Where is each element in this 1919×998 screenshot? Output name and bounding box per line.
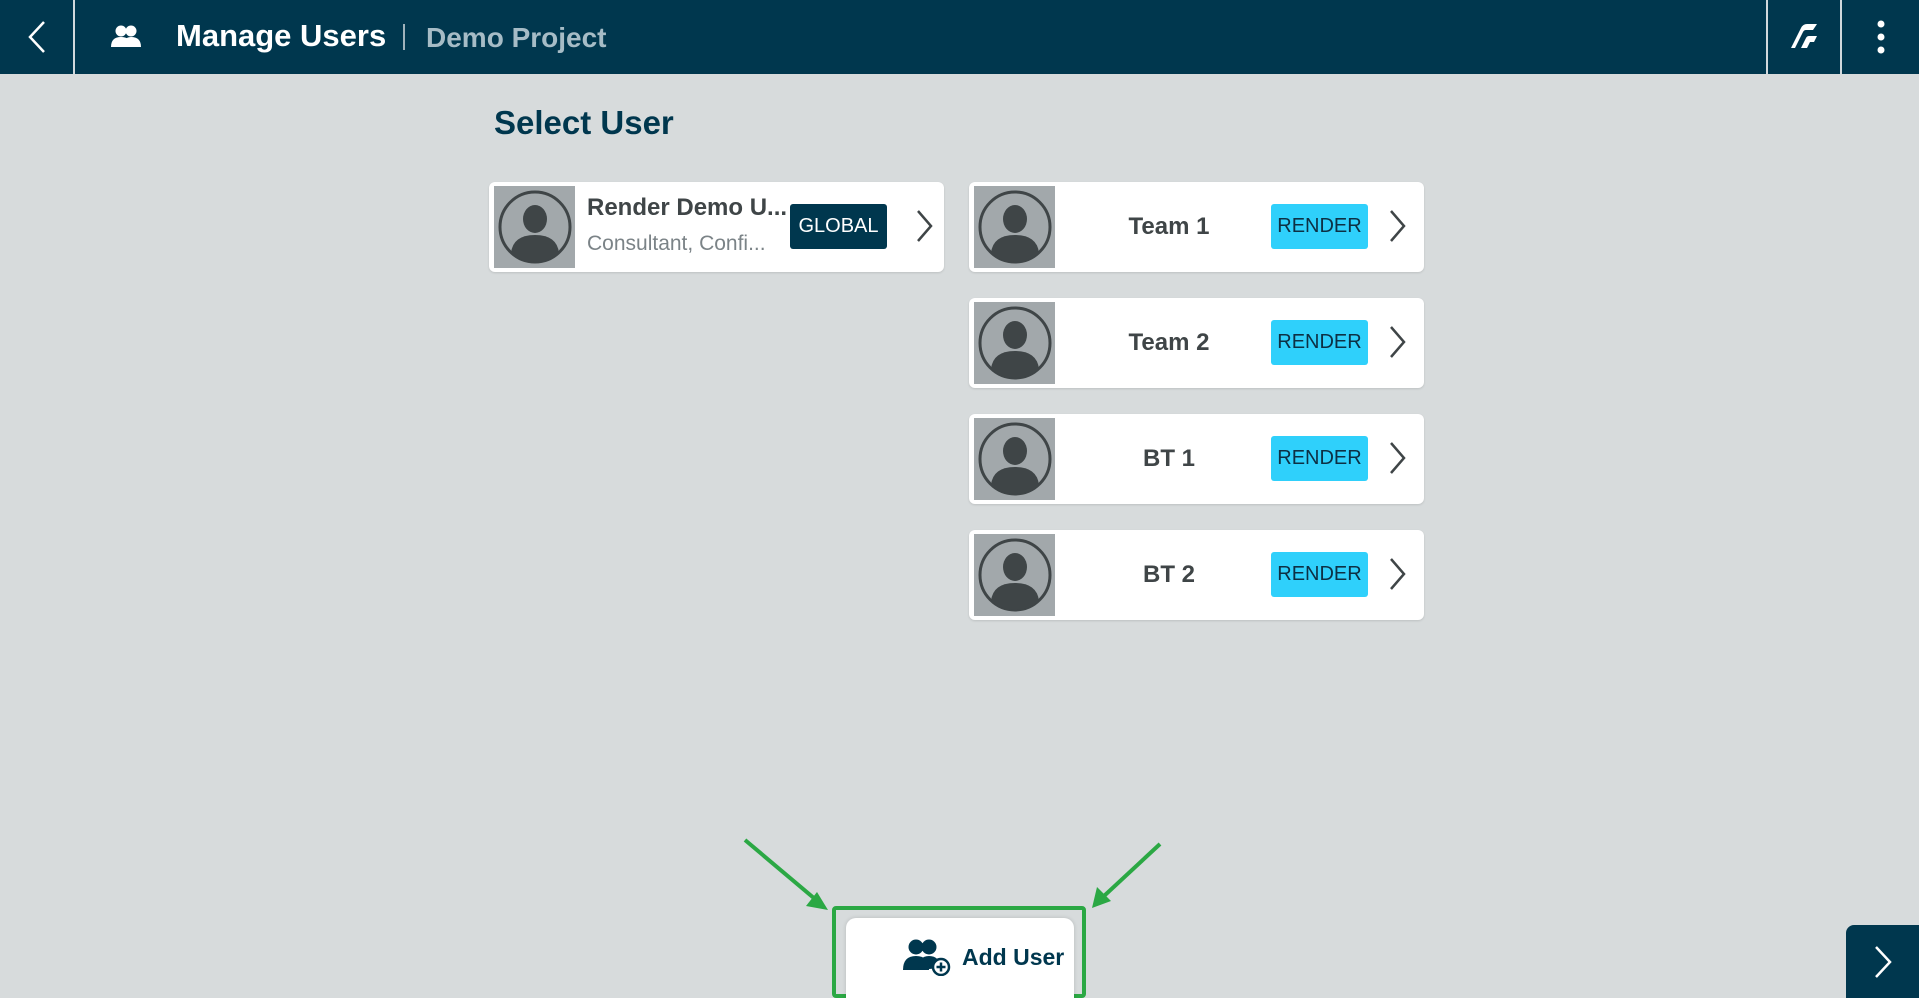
brand-logo-icon [1791, 24, 1817, 48]
user-name: Render Demo U... [587, 194, 788, 221]
team-name: BT 1 [1142, 445, 1195, 472]
annotation-arrow-left [743, 838, 817, 901]
top-app-bar: Manage Users Demo Project [0, 0, 1919, 74]
annotation-arrows [743, 838, 1162, 910]
scope-badge: RENDER [1271, 320, 1368, 365]
avatar [494, 186, 575, 268]
chevron-right-icon [1874, 945, 1892, 978]
team-name: Team 1 [1128, 213, 1210, 240]
team-card-2[interactable]: Team 2 RENDER [969, 298, 1424, 388]
next-button[interactable] [1846, 925, 1919, 998]
team-card-3[interactable]: BT 1 RENDER [969, 414, 1424, 504]
title-divider [403, 24, 405, 50]
scope-badge: RENDER [1271, 204, 1368, 249]
chevron-right-icon [1390, 558, 1406, 590]
user-avatar-icon [978, 190, 1051, 264]
page-title: Manage Users [176, 18, 387, 53]
chevron-right-icon [1390, 442, 1406, 474]
team-name: BT 2 [1142, 561, 1195, 588]
users-icon [111, 25, 141, 47]
annotation-arrowhead-left [806, 892, 828, 910]
brand-logo-button[interactable] [1766, 0, 1842, 74]
scope-badge: GLOBAL [790, 204, 887, 249]
more-menu-button[interactable] [1842, 0, 1919, 74]
chevron-right-icon [1390, 210, 1406, 242]
scope-badge: RENDER [1271, 436, 1368, 481]
add-user-button[interactable]: Add User [846, 918, 1074, 998]
section-title: Select User [494, 104, 674, 141]
user-avatar-icon [498, 190, 571, 264]
project-name: Demo Project [426, 22, 607, 53]
more-vert-icon [1877, 20, 1884, 54]
add-user-icon [903, 939, 951, 976]
chevron-right-icon [917, 210, 933, 242]
chevron-right-icon [1390, 326, 1406, 358]
annotation-arrow-right [1102, 842, 1162, 898]
chevron-left-icon [27, 21, 45, 53]
annotation-arrowhead-right [1092, 887, 1111, 908]
add-user-label: Add User [962, 944, 1065, 970]
user-card-global[interactable]: Render Demo U... Consultant, Confi... GL… [489, 182, 944, 272]
team-card-4[interactable]: BT 2 RENDER [969, 530, 1424, 620]
user-role: Consultant, Confi... [587, 232, 766, 255]
scope-badge: RENDER [1271, 552, 1368, 597]
avatar [974, 418, 1055, 500]
avatar [974, 186, 1055, 268]
team-name: Team 2 [1128, 329, 1210, 356]
back-button[interactable] [0, 0, 75, 74]
avatar [974, 302, 1055, 384]
user-avatar-icon [978, 422, 1051, 496]
team-card-1[interactable]: Team 1 RENDER [969, 182, 1424, 272]
user-avatar-icon [978, 538, 1051, 612]
avatar [974, 534, 1055, 616]
user-avatar-icon [978, 306, 1051, 380]
